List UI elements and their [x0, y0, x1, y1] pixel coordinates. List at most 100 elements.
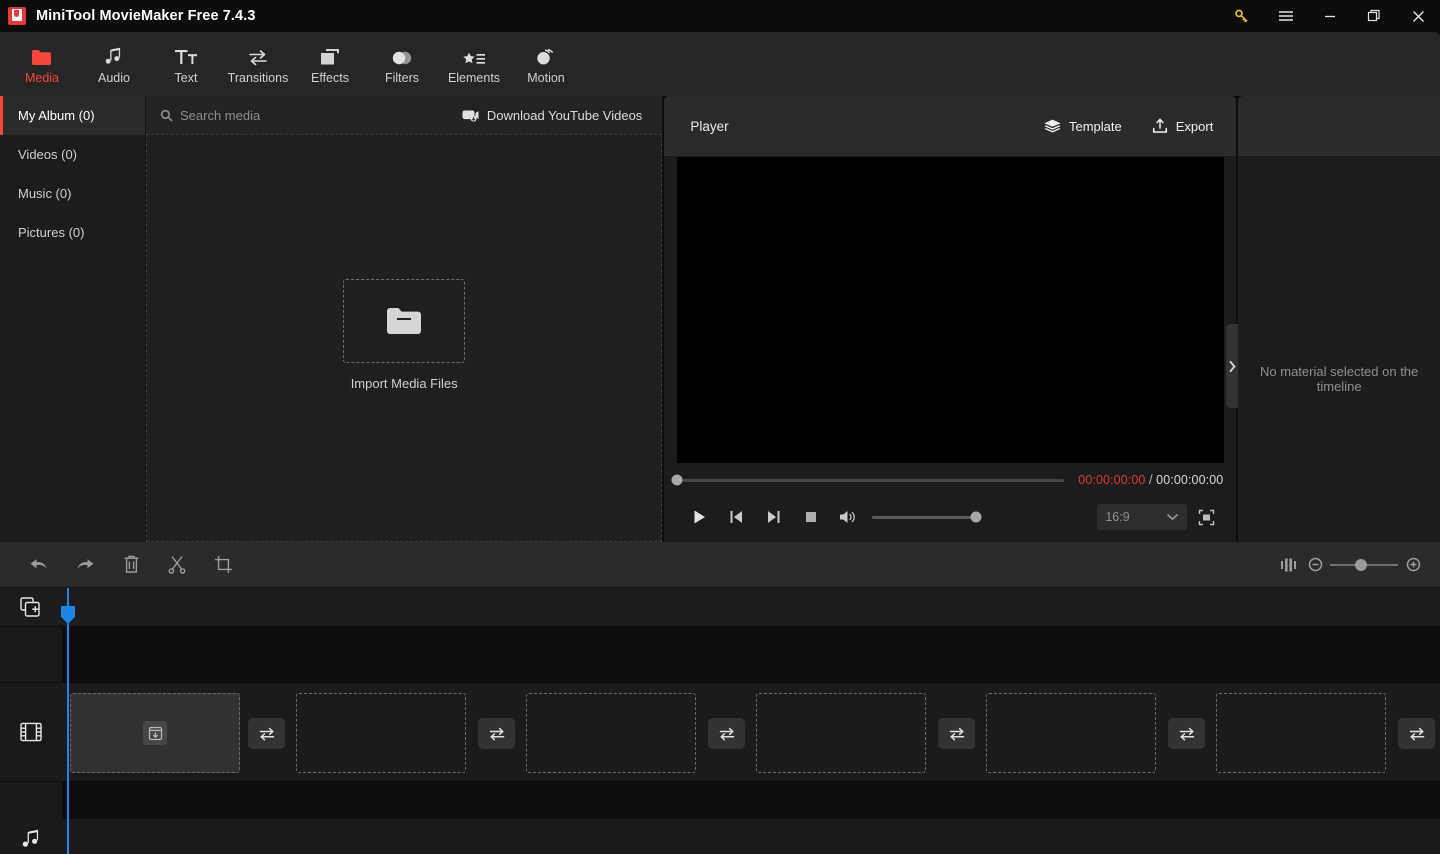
transition-slot[interactable]	[478, 718, 515, 749]
key-icon[interactable]	[1220, 0, 1264, 32]
redo-button[interactable]	[62, 548, 108, 582]
import-dropzone-box	[343, 279, 466, 363]
fit-timeline-icon[interactable]	[1276, 550, 1302, 580]
volume-slider[interactable]	[872, 511, 982, 523]
ribbon-tabs: Media Audio Text Transitions Effects Fil…	[0, 32, 1440, 96]
tab-filters[interactable]: Filters	[366, 32, 438, 96]
split-button[interactable]	[154, 548, 200, 582]
zoom-in-icon[interactable]	[1400, 550, 1426, 580]
export-button[interactable]: Export	[1143, 112, 1223, 140]
chevron-right-icon[interactable]	[1226, 324, 1239, 408]
audio-track-header[interactable]	[0, 782, 62, 854]
timeline-zoom-slider[interactable]	[1330, 558, 1398, 571]
sidebar-item-pictures[interactable]: Pictures (0)	[0, 213, 145, 252]
current-timecode: 00:00:00:00	[1078, 473, 1146, 487]
tab-label: Media	[24, 70, 60, 85]
export-upload-icon	[1152, 118, 1168, 134]
timeline-clip-slot[interactable]	[526, 693, 696, 773]
timeline-tracks[interactable]	[61, 588, 1440, 854]
sidebar-item-music[interactable]: Music (0)	[0, 174, 145, 213]
template-label: Template	[1068, 118, 1122, 134]
video-track-lane[interactable]	[62, 683, 1440, 782]
tab-label: Transitions	[227, 70, 289, 85]
tab-label: Audio	[98, 70, 130, 85]
app-title: MiniTool MovieMaker Free 7.4.3	[36, 8, 256, 24]
seek-slider[interactable]	[671, 474, 1065, 486]
stop-button[interactable]	[792, 501, 829, 533]
timeline-clip-slot[interactable]	[1216, 693, 1386, 773]
film-strip-icon	[20, 722, 42, 742]
transport-controls: 16:9	[677, 497, 1223, 537]
sidebar-item-videos[interactable]: Videos (0)	[0, 135, 145, 174]
transition-slot[interactable]	[1398, 718, 1435, 749]
timeline-clip-slot[interactable]	[70, 693, 240, 773]
folder-icon	[31, 44, 53, 66]
fullscreen-button[interactable]	[1189, 502, 1223, 532]
sidebar-item-label: My Album (0)	[18, 108, 95, 123]
zoom-out-icon[interactable]	[1302, 550, 1328, 580]
import-media-files-button[interactable]: Import Media Files	[343, 279, 466, 391]
app-logo-icon	[8, 7, 26, 25]
timeline-header-blank	[0, 627, 62, 683]
timeline-toolbar	[0, 542, 1440, 588]
preview-canvas[interactable]	[676, 156, 1224, 463]
volume-knob[interactable]	[970, 511, 982, 523]
media-panel-toolbar: Search media Download YouTube Videos	[146, 96, 663, 134]
crop-button[interactable]	[200, 548, 246, 582]
preview-stage-wrap	[664, 156, 1236, 463]
export-label: Export	[1175, 118, 1214, 134]
play-button[interactable]	[681, 501, 718, 533]
app-window: MiniTool MovieMaker Free 7.4.3 Media Aud…	[0, 0, 1440, 854]
tab-elements[interactable]: Elements	[438, 32, 510, 96]
transition-slot[interactable]	[938, 718, 975, 749]
text-icon	[174, 44, 198, 66]
player-controls: 00:00:00:00 / 00:00:00:00 16:9	[664, 463, 1236, 542]
tab-audio[interactable]: Audio	[78, 32, 150, 96]
timeline-clip-slot[interactable]	[986, 693, 1156, 773]
search-input[interactable]: Search media	[160, 108, 260, 123]
timeline-clip-slot[interactable]	[756, 693, 926, 773]
volume-button[interactable]	[829, 501, 866, 533]
chevron-down-icon	[1166, 513, 1179, 521]
video-track-header[interactable]	[0, 683, 62, 782]
main-row: My Album (0) Videos (0) Music (0) Pictur…	[0, 96, 1440, 542]
seek-knob[interactable]	[671, 474, 683, 486]
tab-media[interactable]: Media	[6, 32, 78, 96]
music-note-icon	[104, 44, 124, 66]
library-sidebar: My Album (0) Videos (0) Music (0) Pictur…	[0, 96, 145, 542]
hamburger-menu-icon[interactable]	[1264, 0, 1308, 32]
template-button[interactable]: Template	[1035, 113, 1131, 140]
download-youtube-button[interactable]: Download YouTube Videos	[462, 108, 642, 123]
restore-icon[interactable]	[1352, 0, 1396, 32]
timeline-overlay-track[interactable]	[62, 627, 1440, 683]
tab-effects[interactable]: Effects	[294, 32, 366, 96]
tab-transitions[interactable]: Transitions	[222, 32, 294, 96]
folder-icon	[386, 307, 422, 335]
timeline-ruler[interactable]	[62, 588, 1440, 627]
player-panel: Player Template Export 00:00:00:00 / 00:…	[664, 96, 1237, 542]
add-media-button[interactable]	[0, 588, 62, 627]
transition-slot[interactable]	[1168, 718, 1205, 749]
timeline-clip-slot[interactable]	[296, 693, 466, 773]
transition-slot[interactable]	[708, 718, 745, 749]
inspector-header	[1238, 96, 1440, 156]
tab-text[interactable]: Text	[150, 32, 222, 96]
delete-button[interactable]	[108, 548, 154, 582]
tab-motion[interactable]: Motion	[510, 32, 582, 96]
timeline-zoom-knob[interactable]	[1355, 558, 1368, 571]
aspect-ratio-select[interactable]: 16:9	[1097, 504, 1188, 530]
download-placeholder-icon	[143, 721, 167, 745]
inspector-panel: No material selected on the timeline	[1226, 96, 1440, 542]
media-dropzone-area[interactable]: Import Media Files	[146, 134, 663, 542]
undo-button[interactable]	[16, 548, 62, 582]
previous-frame-button[interactable]	[718, 501, 755, 533]
sidebar-item-my-album[interactable]: My Album (0)	[0, 96, 145, 135]
audio-track-lane[interactable]	[62, 782, 1440, 854]
close-icon[interactable]	[1396, 0, 1440, 32]
next-frame-button[interactable]	[755, 501, 792, 533]
playhead[interactable]	[61, 588, 75, 854]
layers-icon	[1044, 119, 1061, 134]
transition-slot[interactable]	[248, 718, 285, 749]
minimize-icon[interactable]	[1308, 0, 1352, 32]
timecode-display: 00:00:00:00 / 00:00:00:00	[1078, 473, 1223, 487]
